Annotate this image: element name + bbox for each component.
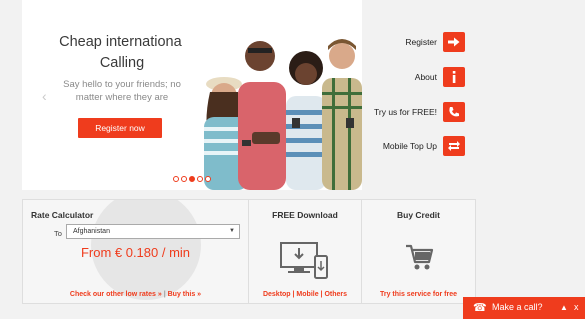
hero-subtitle-line2: matter where they are: [75, 92, 169, 103]
phone-icon: ☎: [473, 302, 487, 314]
make-call-bar[interactable]: ☎ Make a call? ▲ x: [463, 297, 585, 319]
slider-dot[interactable]: [173, 176, 179, 182]
slider-dots: [173, 176, 211, 182]
hero-photo: [182, 22, 362, 190]
country-select-value: Afghanistan: [73, 228, 110, 235]
register-now-button[interactable]: Register now: [78, 118, 162, 138]
to-label: To: [54, 229, 62, 238]
country-select[interactable]: Afghanistan ▼: [66, 224, 240, 239]
expand-up-icon[interactable]: ▲: [560, 303, 568, 312]
swap-arrows-icon[interactable]: [443, 136, 465, 156]
chevron-down-icon: ▼: [229, 228, 235, 234]
side-item-label: Mobile Top Up: [382, 141, 437, 151]
free-download-panel: FREE Download Desktop | Mobile | Others: [249, 199, 362, 304]
hero-banner: Cheap international Calling Say hello to…: [22, 0, 362, 190]
link-separator: |: [163, 291, 166, 298]
slider-dot[interactable]: [197, 176, 203, 182]
devices-icon: [249, 242, 361, 280]
slider-dot-active[interactable]: [189, 176, 195, 182]
slider-dot[interactable]: [181, 176, 187, 182]
buy-credit-panel: Buy Credit Try this service for free: [362, 199, 476, 304]
rate-price: From € 0.180 / min: [80, 245, 191, 260]
buy-this-link[interactable]: Buy this »: [168, 291, 201, 298]
side-item-about[interactable]: About: [415, 67, 465, 87]
side-item-label: Try us for FREE!: [374, 107, 437, 117]
rate-calculator-panel: Rate Calculator To Afghanistan ▼ From € …: [22, 199, 249, 304]
close-icon[interactable]: x: [574, 302, 579, 312]
slider-dot[interactable]: [205, 176, 211, 182]
shopping-cart-icon: [362, 242, 475, 272]
buy-credit-title: Buy Credit: [397, 210, 440, 220]
phone-icon[interactable]: [443, 102, 465, 122]
side-item-label: About: [414, 72, 437, 82]
rate-calculator-title: Rate Calculator: [31, 210, 94, 220]
hero-subtitle: Say hello to your friends; no matter whe…: [54, 78, 190, 104]
side-item-try-free[interactable]: Try us for FREE!: [374, 102, 465, 122]
free-download-title: FREE Download: [272, 210, 338, 220]
arrow-right-icon[interactable]: [443, 32, 465, 52]
download-platforms-link[interactable]: Desktop | Mobile | Others: [249, 291, 361, 298]
side-item-register[interactable]: Register: [405, 32, 465, 52]
make-call-label: Make a call?: [492, 302, 543, 312]
try-service-link[interactable]: Try this service for free: [362, 291, 475, 298]
hero-subtitle-line1: Say hello to your friends; no: [63, 79, 181, 90]
side-item-label: Register: [405, 37, 437, 47]
slider-prev-icon[interactable]: ‹: [42, 88, 47, 104]
check-rates-link[interactable]: Check our other low rates »: [70, 291, 162, 298]
rate-links: Check our other low rates » | Buy this »: [23, 291, 248, 298]
info-icon[interactable]: [443, 67, 465, 87]
side-item-mobile-topup[interactable]: Mobile Top Up: [383, 136, 465, 156]
